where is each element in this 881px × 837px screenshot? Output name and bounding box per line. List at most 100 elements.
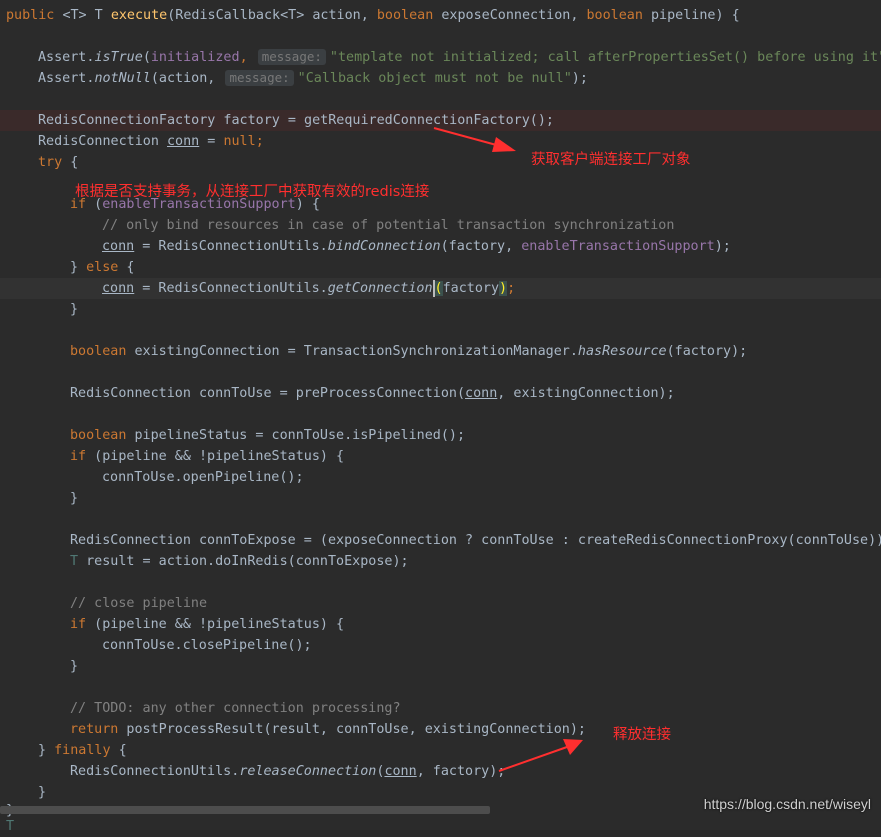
code-line-conn-to-use[interactable]: RedisConnection connToUse = preProcessCo… bbox=[0, 383, 881, 404]
comment: // only bind resources in case of potent… bbox=[102, 218, 675, 233]
method-name: hasResource bbox=[577, 344, 667, 359]
code-line-todo-comment[interactable]: // TODO: any other connection processing… bbox=[0, 698, 881, 719]
code-text: } bbox=[70, 491, 79, 506]
code-text: result = action.doInRedis(connToExpose); bbox=[78, 554, 409, 569]
code-line-existing-connection[interactable]: boolean existingConnection = Transaction… bbox=[0, 341, 881, 362]
code-text: { bbox=[62, 155, 79, 170]
arrow-icon bbox=[498, 739, 583, 772]
variable: conn bbox=[102, 239, 135, 254]
code-line-get-connection[interactable]: conn = RedisConnectionUtils.getConnectio… bbox=[0, 278, 881, 299]
code-line-comment[interactable]: // close pipeline bbox=[0, 593, 881, 614]
code-text: factory bbox=[442, 281, 500, 296]
code-text: = RedisConnectionUtils. bbox=[134, 281, 328, 296]
code-text: (action, bbox=[150, 71, 216, 86]
code-text: , bbox=[239, 50, 248, 65]
keyword: boolean bbox=[70, 344, 127, 359]
code-line-conn-to-expose[interactable]: RedisConnection connToExpose = (exposeCo… bbox=[0, 530, 881, 551]
code-text: RedisConnection connToUse = preProcessCo… bbox=[70, 386, 466, 401]
code-line-close-pipeline[interactable]: connToUse.closePipeline(); bbox=[0, 635, 881, 656]
code-text: exposeConnection, bbox=[433, 8, 587, 23]
field-name: enableTransactionSupport bbox=[521, 239, 715, 254]
code-line-assert-initialized[interactable]: Assert.isTrue(initialized, message: "temp… bbox=[0, 47, 881, 68]
code-text: pipelineStatus = connToUse.isPipelined()… bbox=[126, 428, 466, 443]
code-line-else[interactable]: } else { bbox=[0, 257, 881, 278]
code-text: { bbox=[118, 260, 135, 275]
variable: conn bbox=[167, 134, 200, 149]
method-name: releaseConnection bbox=[239, 764, 377, 779]
code-text: (factory); bbox=[666, 344, 748, 359]
code-text: ; bbox=[255, 134, 264, 149]
code-text: = RedisConnectionUtils. bbox=[134, 239, 328, 254]
keyword: if bbox=[70, 617, 87, 632]
keyword: boolean bbox=[586, 8, 643, 23]
code-line-brace[interactable]: } bbox=[0, 488, 881, 509]
code-text: } bbox=[70, 260, 87, 275]
keyword: boolean bbox=[376, 8, 434, 23]
variable: conn bbox=[384, 764, 417, 779]
code-line-if-pipeline[interactable]: if (pipeline && !pipelineStatus) { bbox=[0, 446, 881, 467]
horizontal-scrollbar[interactable] bbox=[0, 806, 490, 814]
field-name: initialized bbox=[150, 50, 240, 65]
code-line-result[interactable]: T result = action.doInRedis(connToExpose… bbox=[0, 551, 881, 572]
code-line-open-pipeline[interactable]: connToUse.openPipeline(); bbox=[0, 467, 881, 488]
code-text: RedisConnection bbox=[38, 134, 167, 149]
code-text: RedisConnectionUtils. bbox=[70, 764, 240, 779]
code-text: (pipeline && !pipelineStatus) { bbox=[86, 449, 345, 464]
code-text: { bbox=[110, 743, 127, 758]
watermark: https://blog.csdn.net/wiseyl bbox=[703, 796, 871, 812]
method-name: bindConnection bbox=[327, 239, 441, 254]
code-line-release-connection[interactable]: RedisConnectionUtils.releaseConnection(c… bbox=[0, 761, 881, 782]
code-line-comment[interactable]: // only bind resources in case of potent… bbox=[0, 215, 881, 236]
comment: // close pipeline bbox=[70, 596, 208, 611]
keyword: boolean bbox=[70, 428, 127, 443]
code-text: ( bbox=[142, 50, 151, 65]
method-name: isTrue bbox=[94, 50, 143, 65]
string-literal: "template not initialized; call afterPro… bbox=[329, 50, 881, 65]
keyword: finally bbox=[54, 743, 111, 758]
code-text: Assert. bbox=[38, 71, 95, 86]
code-text: } bbox=[38, 785, 47, 800]
code-line-bind-connection[interactable]: conn = RedisConnectionUtils.bindConnecti… bbox=[0, 236, 881, 257]
keyword: else bbox=[86, 260, 119, 275]
code-text: ); bbox=[714, 239, 731, 254]
code-line-assert-notnull[interactable]: Assert.notNull(action, message: "Callback… bbox=[0, 68, 881, 89]
method-name: notNull bbox=[94, 71, 151, 86]
code-text: T bbox=[6, 819, 15, 834]
code-text: } bbox=[38, 743, 55, 758]
code-text: , existingConnection); bbox=[497, 386, 675, 401]
keyword: return bbox=[70, 722, 119, 737]
code-text: } bbox=[70, 302, 79, 317]
code-line-pipeline-status[interactable]: boolean pipelineStatus = connToUse.isPip… bbox=[0, 425, 881, 446]
code-text: connToUse.closePipeline(); bbox=[102, 638, 312, 653]
code-text: ); bbox=[571, 71, 588, 86]
code-line-method-signature[interactable]: public <T> T execute(RedisCallback<T> ac… bbox=[0, 5, 881, 26]
annotation-release: 释放连接 bbox=[613, 727, 671, 743]
code-text: connToUse.openPipeline(); bbox=[102, 470, 304, 485]
comment: // TODO: any other connection processing… bbox=[70, 701, 401, 716]
method-name: execute bbox=[110, 8, 168, 23]
code-line-brace[interactable]: } bbox=[0, 299, 881, 320]
code-text: (pipeline && !pipelineStatus) { bbox=[86, 617, 345, 632]
code-text: Assert. bbox=[38, 50, 95, 65]
variable: conn bbox=[465, 386, 498, 401]
keyword: if bbox=[70, 449, 87, 464]
code-text: RedisConnection connToExpose = (exposeCo… bbox=[70, 533, 881, 548]
code-text: pipeline) { bbox=[642, 8, 740, 23]
matched-paren: ) bbox=[499, 281, 508, 296]
parameter-hint: message: bbox=[225, 70, 294, 86]
keyword: try bbox=[38, 155, 63, 170]
matched-paren: ( bbox=[434, 281, 443, 296]
parameter-hint: message: bbox=[257, 49, 326, 65]
code-text: existingConnection = TransactionSynchron… bbox=[126, 344, 578, 359]
code-line-finally[interactable]: } finally { bbox=[0, 740, 881, 761]
code-line-brace[interactable]: } bbox=[0, 656, 881, 677]
type-parameter: T bbox=[70, 554, 79, 569]
code-line-partial[interactable]: T bbox=[0, 816, 881, 837]
code-text: } bbox=[70, 659, 79, 674]
annotation-connection: 根据是否支持事务，从连接工厂中获取有效的redis连接 bbox=[75, 184, 430, 200]
code-line-if-pipeline[interactable]: if (pipeline && !pipelineStatus) { bbox=[0, 614, 881, 635]
keyword: null bbox=[223, 134, 256, 149]
keyword: public bbox=[6, 8, 55, 23]
code-line-return[interactable]: return postProcessResult(result, connToU… bbox=[0, 719, 881, 740]
method-name: getConnection bbox=[327, 281, 433, 296]
